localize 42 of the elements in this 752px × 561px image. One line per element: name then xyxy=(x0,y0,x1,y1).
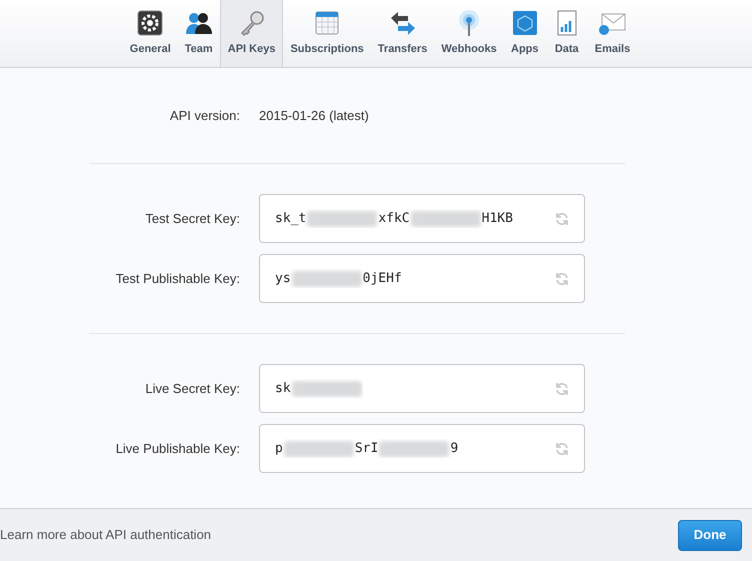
key-field[interactable]: ys 0jEHf xyxy=(259,254,585,303)
tab[interactable]: Webhooks xyxy=(434,0,504,67)
field-label: Live Publishable Key: xyxy=(114,440,240,458)
tab[interactable]: Data xyxy=(546,0,588,67)
blurred-text xyxy=(410,210,481,226)
cube-icon xyxy=(510,9,539,38)
field-label: API version: xyxy=(168,106,240,125)
arrows-icon xyxy=(388,9,417,38)
tab[interactable]: API Keys xyxy=(220,0,284,67)
tab[interactable]: Transfers xyxy=(370,0,434,67)
gear-icon xyxy=(136,9,164,38)
blurred-text xyxy=(379,440,450,456)
field-label: Live Secret Key: xyxy=(144,380,240,398)
key-field[interactable]: sk xyxy=(259,364,585,413)
tab[interactable]: Subscriptions xyxy=(283,0,371,67)
key-text: ys xyxy=(275,270,291,288)
refresh-icon[interactable] xyxy=(555,212,569,226)
key-text: SrI xyxy=(354,440,378,458)
tab[interactable]: General xyxy=(122,0,178,67)
key-text: sk xyxy=(275,380,291,398)
api-version-value: 2015-01-26 (latest) xyxy=(259,106,369,125)
blurred-text xyxy=(307,210,378,226)
key-text: H1KB xyxy=(482,210,513,228)
refresh-icon[interactable] xyxy=(555,272,569,286)
calendar-icon xyxy=(313,9,342,38)
field-label: Test Publishable Key: xyxy=(114,270,240,288)
tab[interactable]: Emails xyxy=(588,0,638,67)
blurred-text xyxy=(292,270,362,286)
field-label: Test Secret Key: xyxy=(144,210,240,228)
key-text: p xyxy=(275,440,283,458)
learn-more-link[interactable]: Learn more about API authentication xyxy=(0,525,212,545)
refresh-icon[interactable] xyxy=(555,442,569,456)
key-text: 9 xyxy=(450,440,458,458)
tab[interactable]: Apps xyxy=(504,0,546,67)
key-field[interactable]: p SrI 9 xyxy=(259,424,585,473)
blurred-text xyxy=(284,440,354,456)
refresh-icon[interactable] xyxy=(555,382,569,396)
key-text: sk_t xyxy=(275,210,306,228)
key-field[interactable]: sk_t xfkC H1KB xyxy=(259,194,585,243)
key-text: 0jEHf xyxy=(362,270,402,288)
key-text: xfkC xyxy=(378,210,410,228)
tab[interactable]: Team xyxy=(178,0,220,67)
